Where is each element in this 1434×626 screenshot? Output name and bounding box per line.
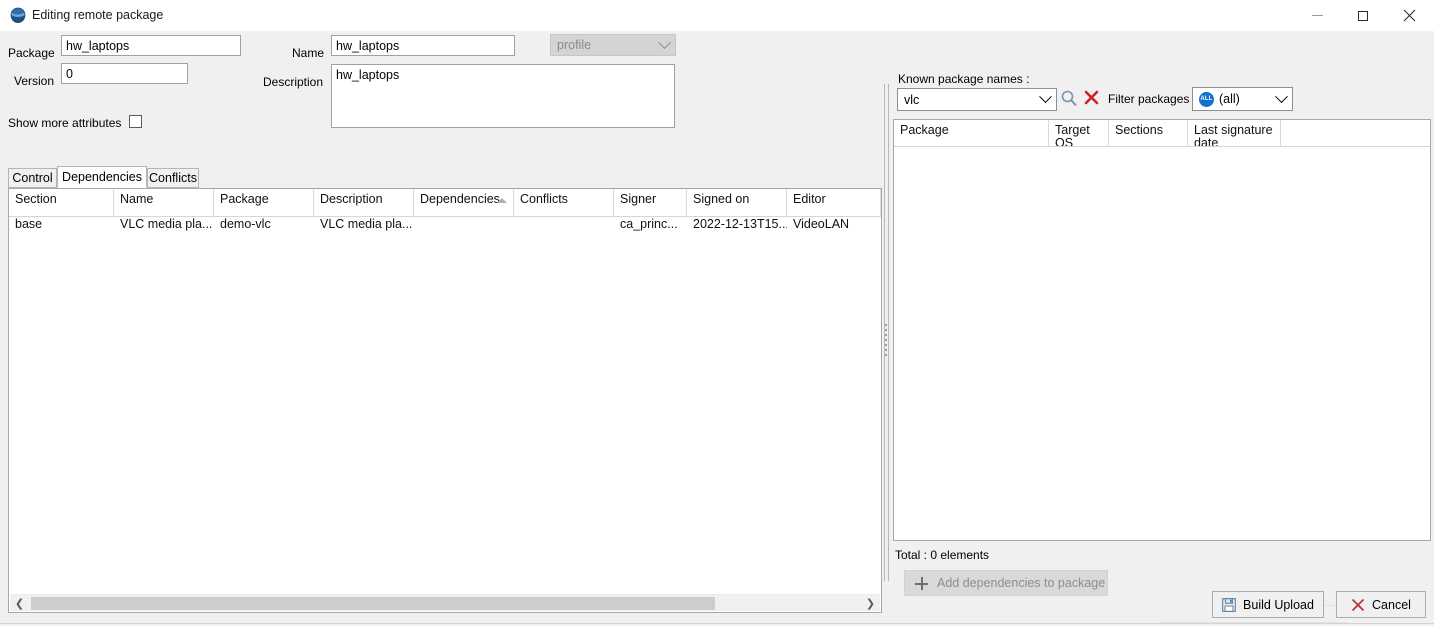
show-more-attributes-label: Show more attributes bbox=[8, 116, 121, 130]
profile-select: profile bbox=[550, 34, 676, 56]
show-more-attributes-checkbox[interactable] bbox=[129, 115, 142, 128]
chevron-down-icon bbox=[1275, 90, 1288, 103]
known-package-names-label: Known package names : bbox=[898, 72, 1029, 86]
column-header-package[interactable]: Package bbox=[214, 189, 314, 216]
title-bar: Editing remote package bbox=[0, 0, 1434, 31]
tab-control-label: Control bbox=[12, 171, 52, 185]
known-packages-table: Package Target OS Sections Last signatur… bbox=[893, 119, 1431, 541]
plus-icon bbox=[915, 577, 928, 590]
search-combobox[interactable]: vlc bbox=[897, 88, 1057, 111]
horizontal-scrollbar[interactable]: ❮ ❯ bbox=[10, 594, 880, 611]
maximize-button[interactable] bbox=[1340, 0, 1386, 31]
cell-name: VLC media pla... bbox=[114, 217, 214, 235]
cell-dependencies bbox=[414, 217, 514, 235]
cell-section: base bbox=[9, 217, 114, 235]
column-header-description[interactable]: Description bbox=[314, 189, 414, 216]
tab-dependencies[interactable]: Dependencies bbox=[57, 166, 147, 188]
panel-splitter[interactable] bbox=[880, 84, 892, 581]
maximize-icon bbox=[1358, 11, 1368, 21]
dependencies-table-header: Section Name Package Description Depende… bbox=[9, 189, 881, 217]
application-window: Editing remote package Package Version N… bbox=[0, 0, 1434, 626]
filter-packages-value: (all) bbox=[1219, 92, 1277, 106]
name-label: Name bbox=[292, 46, 324, 60]
version-label: Version bbox=[14, 74, 54, 88]
chevron-down-icon bbox=[1039, 90, 1052, 103]
column-header-last-signature-date[interactable]: Last signature date bbox=[1188, 120, 1281, 146]
chevron-down-icon bbox=[658, 36, 671, 49]
cancel-button-label: Cancel bbox=[1372, 598, 1411, 612]
column-header-editor[interactable]: Editor bbox=[787, 189, 881, 216]
client-area: Package Version Name Description profile… bbox=[0, 31, 1434, 626]
column-header-package[interactable]: Package bbox=[894, 120, 1049, 146]
column-header-dependencies-label: Dependencies bbox=[420, 192, 500, 206]
tab-control[interactable]: Control bbox=[8, 168, 57, 188]
minimize-icon bbox=[1312, 15, 1323, 16]
column-header-conflicts[interactable]: Conflicts bbox=[514, 189, 614, 216]
filter-packages-select[interactable]: ALL (all) bbox=[1192, 87, 1293, 111]
total-elements-label: Total : 0 elements bbox=[895, 548, 989, 562]
column-header-section[interactable]: Section bbox=[9, 189, 114, 216]
profile-select-value: profile bbox=[557, 38, 660, 52]
scrollbar-thumb[interactable] bbox=[31, 597, 715, 610]
cell-package: demo-vlc bbox=[214, 217, 314, 235]
add-dependencies-button-label: Add dependencies to package bbox=[937, 576, 1105, 590]
cell-conflicts bbox=[514, 217, 614, 235]
column-header-sections[interactable]: Sections bbox=[1109, 120, 1188, 146]
save-disk-icon bbox=[1222, 598, 1236, 612]
magnifier-icon[interactable] bbox=[1060, 89, 1078, 107]
minimize-button[interactable] bbox=[1294, 0, 1340, 31]
tab-conflicts-label: Conflicts bbox=[149, 171, 197, 185]
description-textarea[interactable] bbox=[331, 64, 675, 128]
dependencies-table: Section Name Package Description Depende… bbox=[8, 188, 882, 613]
cancel-button[interactable]: Cancel bbox=[1336, 591, 1426, 618]
globe-icon bbox=[10, 7, 26, 23]
cell-signed-on: 2022-12-13T15... bbox=[687, 217, 787, 235]
search-input[interactable]: vlc bbox=[904, 93, 1041, 107]
cell-editor: VideoLAN bbox=[787, 217, 881, 235]
column-header-signer[interactable]: Signer bbox=[614, 189, 687, 216]
tab-strip: Control Dependencies Conflicts bbox=[8, 168, 882, 188]
description-label: Description bbox=[263, 75, 323, 89]
package-input[interactable] bbox=[61, 35, 241, 56]
scroll-left-arrow-icon[interactable]: ❮ bbox=[10, 595, 29, 612]
build-upload-button-label: Build Upload bbox=[1243, 598, 1314, 612]
column-header-signed-on[interactable]: Signed on bbox=[687, 189, 787, 216]
window-title: Editing remote package bbox=[32, 8, 163, 22]
close-button[interactable] bbox=[1386, 0, 1432, 31]
column-header-name[interactable]: Name bbox=[114, 189, 214, 216]
version-input[interactable] bbox=[61, 63, 188, 84]
build-upload-button[interactable]: Build Upload bbox=[1212, 591, 1324, 618]
filter-packages-label: Filter packages bbox=[1108, 92, 1189, 106]
close-icon bbox=[1403, 9, 1416, 22]
cell-description: VLC media pla... bbox=[314, 217, 414, 235]
tab-dependencies-label: Dependencies bbox=[62, 170, 142, 184]
name-input[interactable] bbox=[331, 35, 515, 56]
column-header-target-os[interactable]: Target OS bbox=[1049, 120, 1109, 146]
red-x-icon[interactable] bbox=[1084, 90, 1099, 105]
add-dependencies-button[interactable]: Add dependencies to package bbox=[904, 570, 1108, 596]
tab-conflicts[interactable]: Conflicts bbox=[147, 168, 199, 188]
column-header-dependencies[interactable]: Dependencies bbox=[414, 189, 514, 216]
sort-ascending-icon bbox=[497, 198, 507, 203]
scroll-right-arrow-icon[interactable]: ❯ bbox=[861, 595, 880, 612]
window-bottom-border bbox=[0, 623, 1434, 624]
splitter-grip-icon bbox=[885, 324, 888, 356]
cell-signer: ca_princ... bbox=[614, 217, 687, 235]
all-badge-icon: ALL bbox=[1199, 92, 1214, 107]
known-packages-table-header: Package Target OS Sections Last signatur… bbox=[894, 120, 1430, 147]
x-icon bbox=[1351, 598, 1365, 612]
package-label: Package bbox=[8, 46, 55, 60]
